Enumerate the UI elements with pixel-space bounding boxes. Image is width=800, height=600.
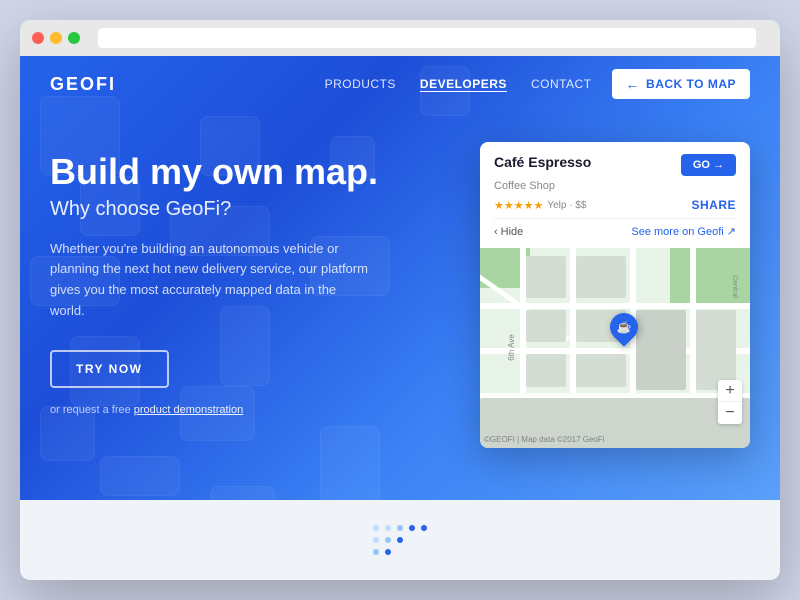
place-type: Coffee Shop [494,180,736,192]
dot [373,549,379,555]
browser-chrome [20,20,780,56]
nav-item-contact[interactable]: CONTACT [531,75,592,93]
chevron-left-icon: ‹ [494,226,498,238]
hero-section: Build my own map. Why choose GeoFi? Whet… [20,112,780,448]
review-source: Yelp · $$ [547,200,586,211]
minimize-traffic-light[interactable] [50,32,62,44]
stars-row: ★★★★★ Yelp · $$ [494,199,586,212]
dot [397,537,403,543]
pin-body: ☕ [604,307,644,347]
dots-pattern [373,525,427,555]
zoom-out-button[interactable]: − [718,402,742,424]
free-demo-text: or request a free product demonstration [50,404,460,416]
hide-button[interactable]: ‹ Hide [494,226,523,238]
product-demo-link[interactable]: product demonstration [134,404,243,416]
see-more-link[interactable]: See more on Geofi ↗ [631,225,736,238]
popup-top: Café Espresso GO → [494,154,736,176]
logo: GEOFI [50,74,325,95]
dot [409,525,415,531]
maximize-traffic-light[interactable] [68,32,80,44]
map-watermark: ©GEOFI | Map data ©2017 GeoFi [484,435,605,444]
dot [397,525,403,531]
map-pin: ☕ [610,313,638,341]
map-controls: + − [718,380,742,424]
map-visual: 6th Ave Central ☕ + − ©GEOFI | Map d [480,248,750,448]
back-to-map-button[interactable]: ← BACK TO MAP [612,69,750,99]
hero-text: Build my own map. Why choose GeoFi? Whet… [50,142,460,448]
hero-description: Whether you're building an autonomous ve… [50,239,370,322]
popup-bottom: ★★★★★ Yelp · $$ SHARE [494,198,736,212]
star-rating: ★★★★★ [494,199,543,212]
map-card: Café Espresso GO → Coffee Shop ★★★★★ Yel… [480,142,750,448]
dots-row-3 [373,549,427,555]
hero-title: Build my own map. [50,152,460,192]
nav-item-developers[interactable]: DEVELOPERS [420,75,507,93]
try-now-button[interactable]: TRY NOW [50,350,169,388]
dot [373,537,379,543]
bottom-section [20,500,780,580]
address-bar[interactable] [98,28,756,48]
hero-subtitle: Why choose GeoFi? [50,198,460,221]
dots-row-2 [373,537,427,543]
place-popup: Café Espresso GO → Coffee Shop ★★★★★ Yel… [480,142,750,248]
dot [385,525,391,531]
dots-row-1 [373,525,427,531]
dot [385,537,391,543]
dot [421,525,427,531]
back-arrow-icon: ← [626,76,641,92]
share-button[interactable]: SHARE [691,198,736,212]
browser-window: GEOFI PRODUCTS DEVELOPERS CONTACT ← BACK… [20,20,780,580]
close-traffic-light[interactable] [32,32,44,44]
main-page: GEOFI PRODUCTS DEVELOPERS CONTACT ← BACK… [20,56,780,580]
dot [373,525,379,531]
navigation: GEOFI PRODUCTS DEVELOPERS CONTACT ← BACK… [20,56,780,112]
nav-links: PRODUCTS DEVELOPERS CONTACT [325,75,592,93]
pin-icon: ☕ [617,320,632,334]
popup-footer: ‹ Hide See more on Geofi ↗ [494,218,736,240]
nav-item-products[interactable]: PRODUCTS [325,75,396,93]
go-button[interactable]: GO → [681,154,736,176]
zoom-in-button[interactable]: + [718,380,742,402]
place-name: Café Espresso [494,154,591,170]
dot [385,549,391,555]
